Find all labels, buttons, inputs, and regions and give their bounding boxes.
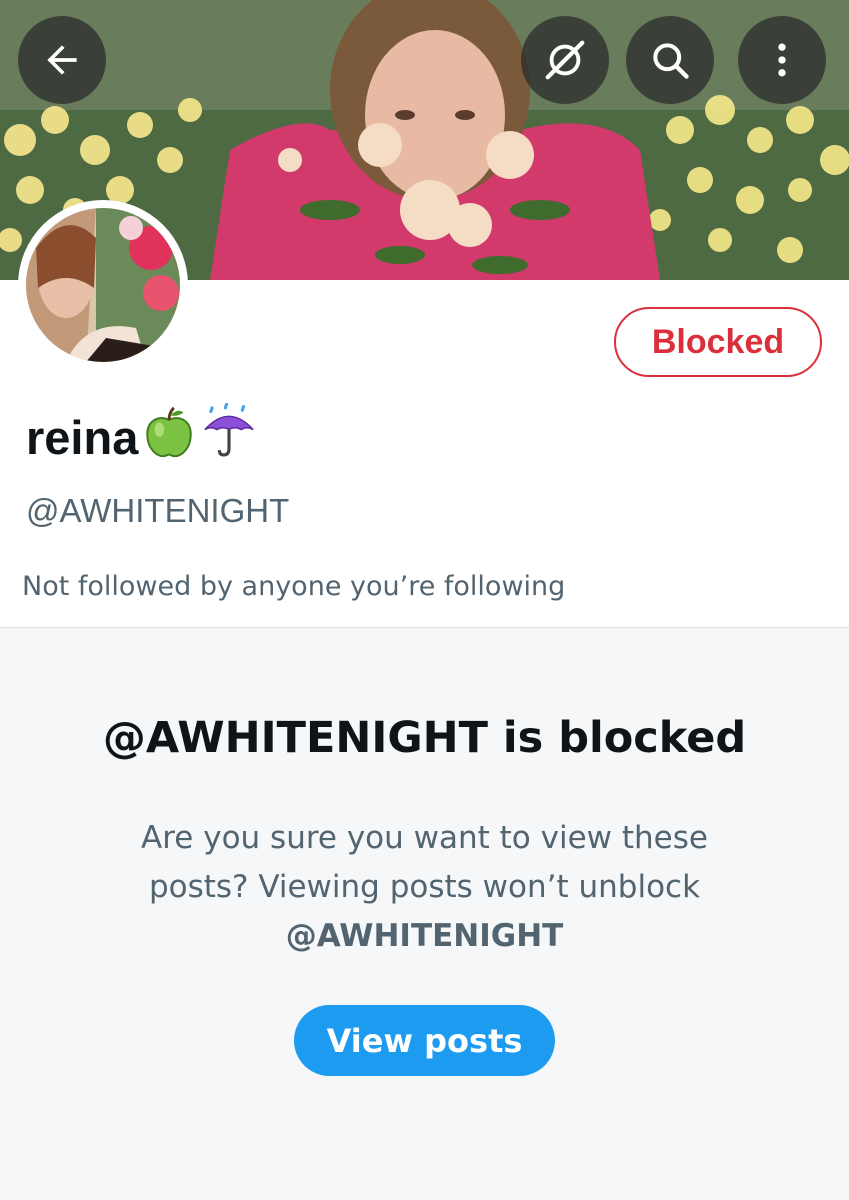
more-options-button[interactable]: [738, 16, 826, 104]
blocked-description: Are you sure you want to view these post…: [100, 814, 749, 961]
search-button[interactable]: [626, 16, 714, 104]
avatar[interactable]: [18, 200, 188, 370]
user-handle: @AWHITENIGHT: [26, 492, 290, 529]
followers-you-know-note[interactable]: Not followed by anyone you’re following: [22, 571, 565, 602]
back-button[interactable]: [18, 16, 106, 104]
grok-icon: [545, 40, 585, 80]
display-name: reina: [26, 402, 258, 472]
arrow-left-icon: [47, 45, 77, 75]
more-vertical-icon: [778, 43, 786, 77]
view-posts-button[interactable]: View posts: [294, 1005, 555, 1076]
avatar-image: [26, 208, 180, 362]
display-name-text: reina: [26, 410, 139, 464]
blocked-notice-panel: @AWHITENIGHT is blocked Are you sure you…: [0, 627, 849, 1200]
grok-button[interactable]: [521, 16, 609, 104]
blocked-button[interactable]: Blocked: [614, 307, 822, 377]
blocked-description-text: Are you sure you want to view these post…: [141, 820, 708, 905]
blocked-description-handle: @AWHITENIGHT: [285, 918, 564, 954]
search-icon: [653, 43, 689, 79]
green-apple-emoji: [140, 403, 198, 472]
umbrella-rain-emoji: [200, 402, 258, 472]
blocked-title: @AWHITENIGHT is blocked: [102, 713, 747, 763]
